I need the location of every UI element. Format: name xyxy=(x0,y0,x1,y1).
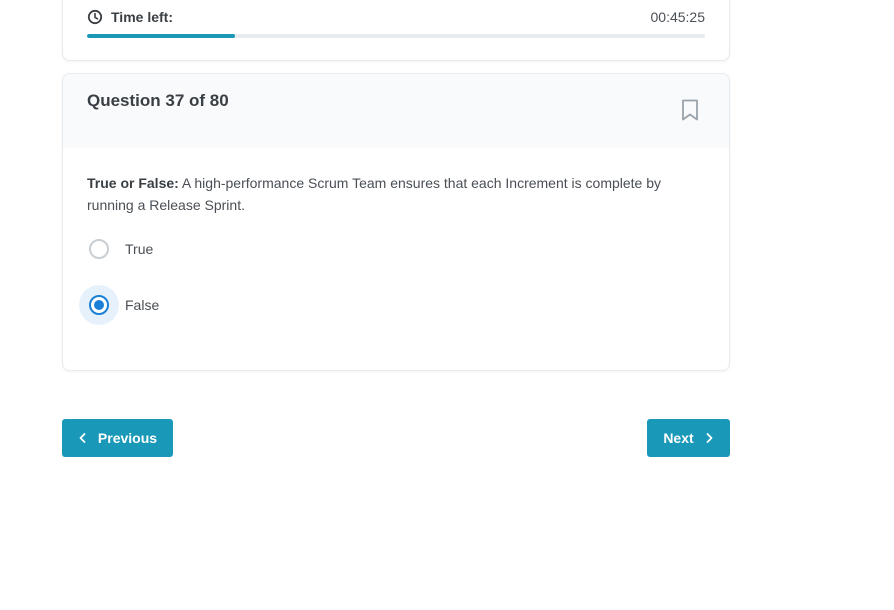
question-title: Question 37 of 80 xyxy=(87,91,229,110)
next-button[interactable]: Next xyxy=(647,419,730,457)
radio-false[interactable] xyxy=(89,295,109,315)
previous-label: Previous xyxy=(97,430,158,446)
time-progress-bar xyxy=(87,34,705,38)
timer-label: Time left: xyxy=(111,9,173,25)
previous-button[interactable]: Previous xyxy=(62,419,173,457)
option-true[interactable]: True xyxy=(79,229,153,269)
radio-true[interactable] xyxy=(89,239,109,259)
next-label: Next xyxy=(663,430,694,446)
chevron-left-icon xyxy=(79,433,86,443)
radio-wrap xyxy=(79,229,119,269)
timer-row: Time left: 00:45:25 xyxy=(87,7,705,27)
clock-icon xyxy=(87,9,103,25)
timer-label-group: Time left: xyxy=(87,9,173,25)
option-false[interactable]: False xyxy=(79,285,159,325)
option-label: False xyxy=(125,297,160,313)
option-label: True xyxy=(125,241,154,257)
question-card: Question 37 of 80 True or False: A high-… xyxy=(62,73,730,371)
bookmark-icon[interactable] xyxy=(679,98,701,122)
radio-wrap xyxy=(79,285,119,325)
time-progress-fill xyxy=(87,34,236,38)
question-header: Question 37 of 80 xyxy=(63,74,729,148)
chevron-right-icon xyxy=(706,433,713,443)
question-prefix: True or False: xyxy=(87,175,179,191)
timer-value: 00:45:25 xyxy=(650,9,706,25)
timer-card: Time left: 00:45:25 xyxy=(62,0,730,61)
question-text: True or False: A high-performance Scrum … xyxy=(87,172,707,216)
